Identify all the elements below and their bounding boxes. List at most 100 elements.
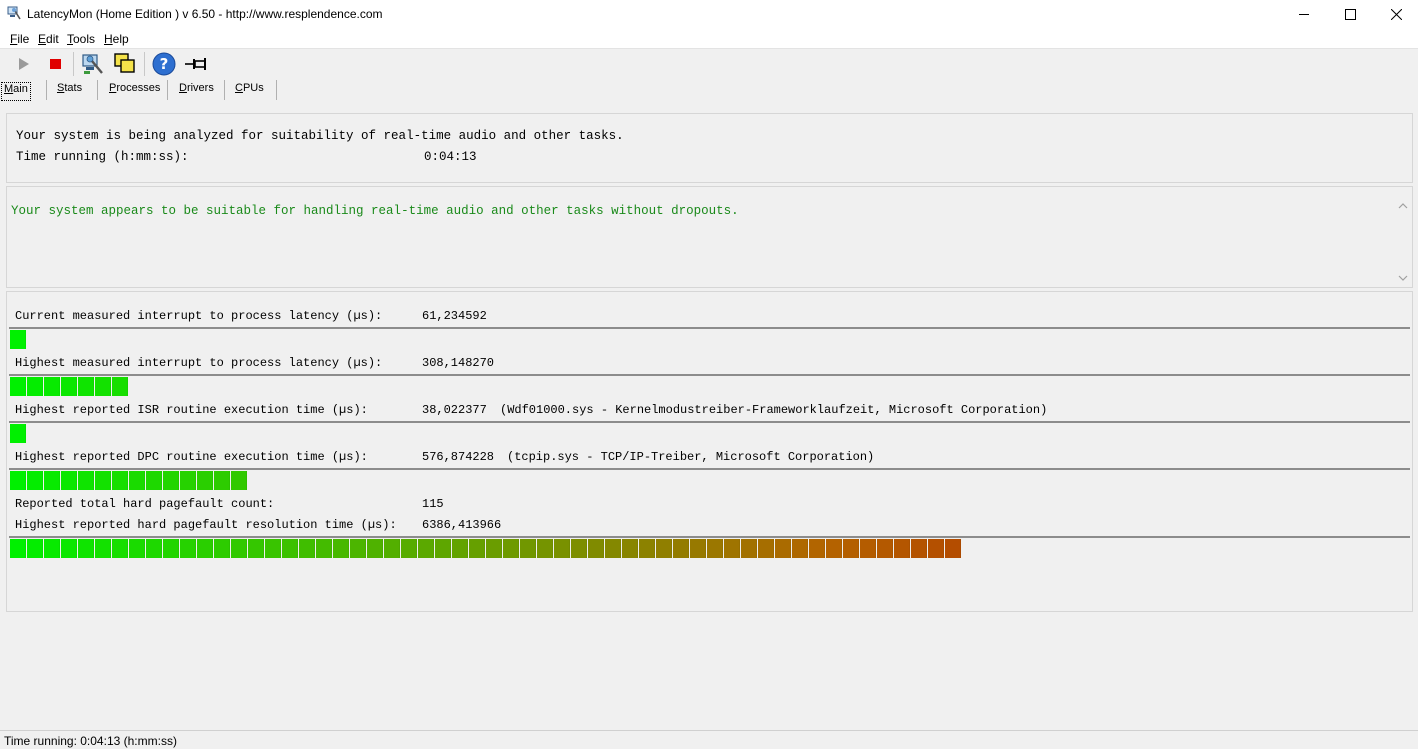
minimize-button[interactable] [1282,0,1328,29]
bar-segment [10,539,26,558]
tab-divider [46,80,47,100]
menu-file[interactable]: File [10,32,29,46]
menu-edit-label: dit [46,32,59,46]
bar-segment [469,539,485,558]
tab-divider [224,80,225,100]
bar-segment [78,539,94,558]
tab-drivers[interactable]: Drivers [179,82,214,99]
bar-segment [10,377,26,396]
verdict-panel: Your system appears to be suitable for h… [6,186,1413,288]
bar-segment [792,539,808,558]
bar-segment [180,471,196,490]
bar-segment [231,539,247,558]
start-button[interactable] [11,51,37,77]
stop-icon [50,59,61,69]
bar-segment [571,539,587,558]
bar-segment [129,539,145,558]
title-bar[interactable]: LatencyMon (Home Edition ) v 6.50 - http… [0,0,1418,29]
bar-segment [690,539,706,558]
pagefault-time-bar [9,536,1410,558]
bar-segment [265,539,281,558]
close-icon [1391,9,1402,20]
summary-panel: Your system is being analyzed for suitab… [6,113,1413,183]
highest-latency-value: 308,148270 [422,356,495,370]
maximize-button[interactable] [1328,0,1374,29]
bar-segment [61,539,77,558]
toolbar-separator [73,52,74,76]
bar-segment [809,539,825,558]
bar-segment [78,377,94,396]
tab-drivers-accel: D [179,82,187,94]
monitor-button[interactable] [80,51,106,77]
help-button[interactable]: ? [151,51,177,77]
bar-segment [10,330,26,349]
bar-segment [146,471,162,490]
bar-segment [520,539,536,558]
maximize-icon [1345,9,1356,20]
bar-segment [282,539,298,558]
isr-time-label: Highest reported ISR routine execution t… [15,403,368,417]
bar-segment [928,539,944,558]
close-button[interactable] [1374,0,1418,29]
bar-segment [724,539,740,558]
bar-segment [27,471,43,490]
tab-processes[interactable]: Processes [109,82,160,99]
bar-segment [673,539,689,558]
isr-time-bar [9,421,1410,443]
bar-segment [78,471,94,490]
bar-segment [61,471,77,490]
tab-cpus[interactable]: CPUs [235,82,264,99]
stop-button[interactable] [42,51,68,77]
current-latency-label: Current measured interrupt to process la… [15,309,383,323]
verdict-message: Your system appears to be suitable for h… [11,204,739,218]
tab-stats-label: tats [64,82,83,94]
menu-file-label: ile [17,32,30,46]
tab-drivers-label: rivers [186,82,214,94]
isr-time-value: 38,022377 [422,403,487,417]
bar-segment [452,539,468,558]
pagefault-count-label: Reported total hard pagefault count: [15,497,275,511]
highest-latency-label: Highest measured interrupt to process la… [15,356,383,370]
bar-segment [384,539,400,558]
bar-segment [741,539,757,558]
menu-edit[interactable]: Edit [38,32,59,46]
menu-help[interactable]: Help [104,32,129,46]
tab-main[interactable]: Main [1,82,31,101]
bar-segment [44,539,60,558]
menu-tools[interactable]: Tools [67,32,95,46]
bar-segment [945,539,961,558]
bar-segment [775,539,791,558]
bar-segment [197,471,213,490]
dpc-driver-detail: (tcpip.sys - TCP/IP-Treiber, Microsoft C… [507,450,875,464]
current-latency-bar-fill [10,330,27,349]
bar-segment [537,539,553,558]
tab-main-label: ain [13,83,28,95]
bar-segment [44,471,60,490]
bar-segment [639,539,655,558]
scroll-down-icon[interactable] [1395,271,1411,285]
tab-divider [276,80,277,100]
windows-button[interactable] [112,51,138,77]
bar-segment [10,471,26,490]
pin-button[interactable] [183,51,209,77]
bar-segment [95,377,111,396]
window-title: LatencyMon (Home Edition ) v 6.50 - http… [27,7,383,21]
windows-icon [114,53,135,73]
bar-segment [180,539,196,558]
bar-segment [656,539,672,558]
bar-segment [129,471,145,490]
bar-segment [197,539,213,558]
bar-segment [10,424,26,443]
bar-segment [333,539,349,558]
scroll-up-icon[interactable] [1395,199,1411,213]
tab-stats[interactable]: Stats [57,82,82,99]
bar-segment [112,539,128,558]
highest-latency-bar-fill [10,377,129,396]
bar-segment [622,539,638,558]
verdict-scrollbar[interactable] [1395,199,1411,285]
bar-segment [248,539,264,558]
isr-driver-detail: (Wdf01000.sys - Kernelmodustreiber-Frame… [500,403,1048,417]
menu-edit-accel: E [38,32,47,46]
menu-divider [0,48,1418,49]
analysis-status-text: Your system is being analyzed for suitab… [16,129,624,143]
